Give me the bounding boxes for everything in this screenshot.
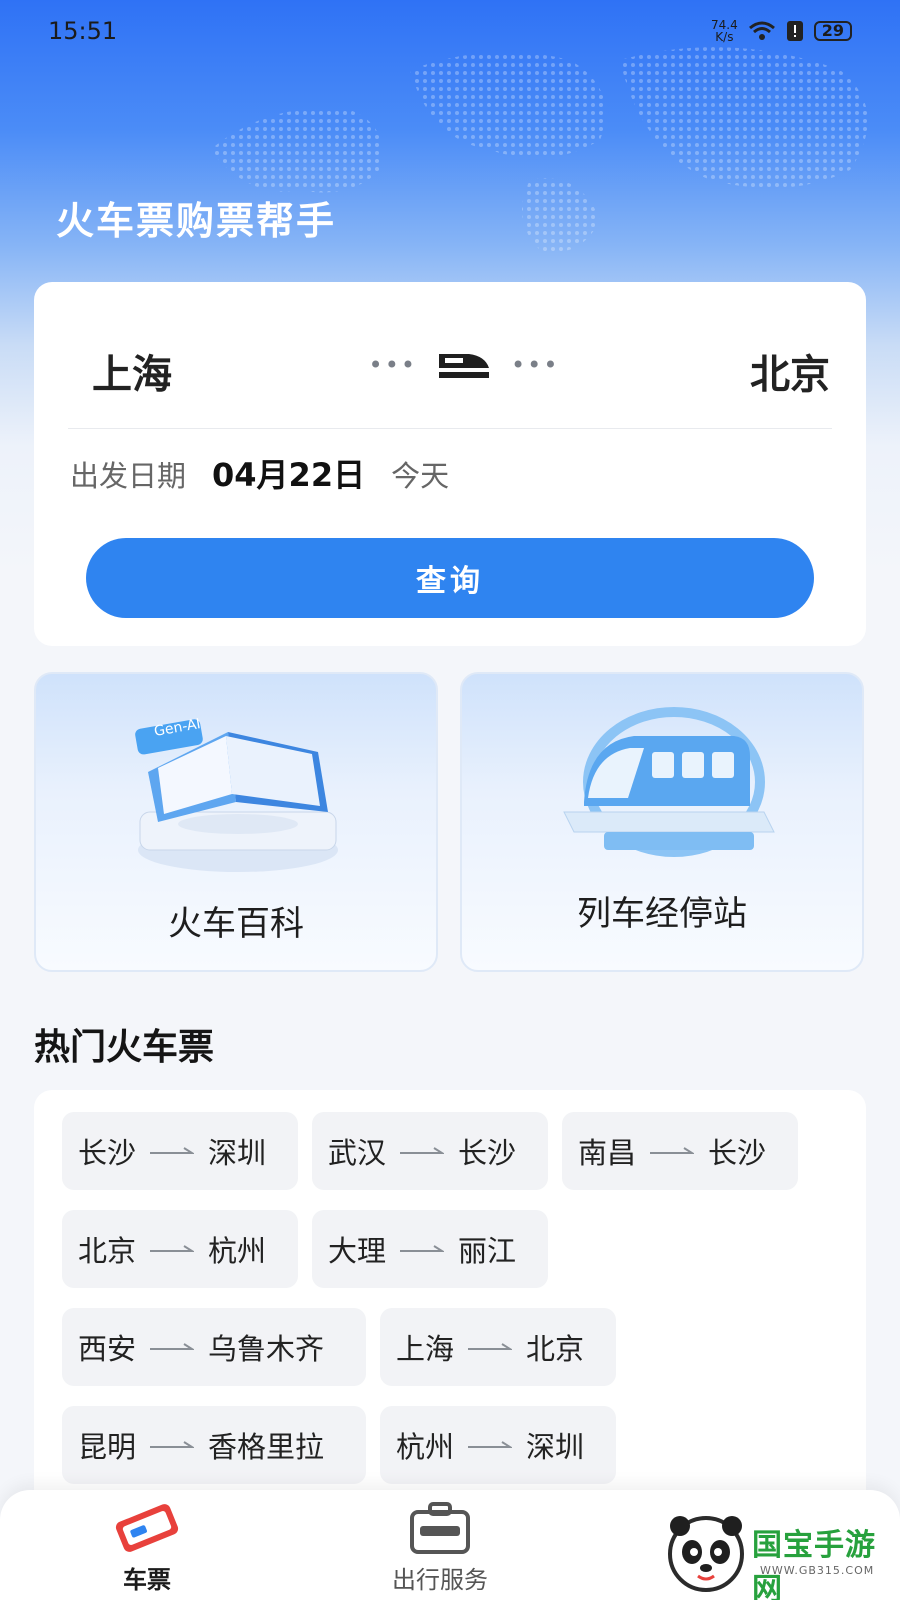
hot-tickets-title: 热门火车票 — [34, 1027, 215, 1068]
route-to: 丽江 — [458, 1234, 517, 1268]
route-from: 上海 — [396, 1332, 455, 1366]
route-from: 长沙 — [78, 1136, 137, 1170]
train-swap-icon — [439, 354, 489, 378]
route-from: 南昌 — [578, 1136, 637, 1170]
alert-icon — [786, 21, 803, 41]
to-station[interactable]: 北京 — [750, 342, 830, 400]
arrow-right-icon — [150, 1441, 195, 1448]
status-time: 15:51 — [48, 17, 118, 45]
route-from: 西安 — [78, 1332, 137, 1366]
arrow-right-icon — [650, 1147, 695, 1154]
route-to: 长沙 — [458, 1136, 517, 1170]
from-station[interactable]: 上海 — [92, 342, 172, 400]
arrow-right-icon — [468, 1441, 513, 1448]
briefcase-icon — [410, 1502, 470, 1554]
app-title: 火车票购票帮手 — [56, 199, 337, 243]
route-chip[interactable]: 上海 北京 — [380, 1308, 616, 1386]
ticket-icon — [115, 1504, 179, 1552]
tab-travel-services[interactable]: 出行服务 — [392, 1500, 488, 1595]
route-from: 武汉 — [328, 1136, 387, 1170]
route-from: 大理 — [328, 1234, 387, 1268]
route-chip[interactable]: 西安 乌鲁木齐 — [62, 1308, 366, 1386]
arrow-right-icon — [150, 1147, 195, 1154]
arrow-right-icon — [150, 1245, 195, 1252]
date-value: 04月22日 — [212, 456, 366, 494]
ticket-search-card: 上海 ••• ••• 北京 出发日期 04月22日 今天 查询 — [34, 282, 866, 646]
route-to: 长沙 — [708, 1136, 767, 1170]
route-chip[interactable]: 大理 丽江 — [312, 1210, 548, 1288]
arrow-right-icon — [400, 1245, 445, 1252]
watermark: 国宝手游网 WWW.GB315.COM — [660, 1500, 900, 1600]
watermark-text: 国宝手游网 — [752, 1528, 876, 1600]
status-icons: 74.4 K/s 29 — [711, 19, 852, 43]
date-label: 出发日期 — [70, 459, 187, 493]
hot-routes-card: 长沙 深圳 武汉 长沙 南昌 长沙 北京 杭州 大理 丽江 西安 乌鲁木齐 上海… — [34, 1090, 866, 1510]
net-speed-unit: K/s — [715, 30, 734, 44]
dots-left-icon: ••• — [368, 351, 417, 379]
route-chip[interactable]: 南昌 长沙 — [562, 1112, 798, 1190]
dots-right-icon: ••• — [511, 351, 560, 379]
route-to: 深圳 — [526, 1430, 585, 1464]
route-chip[interactable]: 昆明 香格里拉 — [62, 1406, 366, 1484]
route-chip[interactable]: 杭州 深圳 — [380, 1406, 616, 1484]
status-bar: 15:51 74.4 K/s 29 — [0, 0, 900, 62]
route-from: 北京 — [78, 1234, 137, 1268]
route-to: 香格里拉 — [208, 1430, 325, 1464]
route-chip[interactable]: 北京 杭州 — [62, 1210, 298, 1288]
tab-label-tickets: 车票 — [123, 1566, 171, 1594]
route-to: 杭州 — [208, 1234, 267, 1268]
card-divider — [68, 428, 832, 429]
wifi-icon — [748, 21, 775, 40]
train-encyclopedia-card[interactable]: Gen-AI 火车百科 — [34, 672, 438, 972]
train-icon — [563, 707, 775, 857]
route-to: 北京 — [526, 1332, 585, 1366]
arrow-right-icon — [150, 1343, 195, 1350]
departure-date-row[interactable]: 出发日期 04月22日 今天 — [70, 450, 449, 496]
arrow-right-icon — [400, 1147, 445, 1154]
tab-label-travel: 出行服务 — [392, 1566, 488, 1594]
panda-logo-icon — [668, 1516, 744, 1592]
arrow-right-icon — [468, 1343, 513, 1350]
route-to: 乌鲁木齐 — [208, 1332, 325, 1366]
route-from: 昆明 — [78, 1430, 137, 1464]
feature-label-encyclopedia: 火车百科 — [168, 904, 304, 944]
query-button[interactable]: 查询 — [86, 538, 814, 618]
date-relative: 今天 — [391, 459, 450, 493]
battery-icon: 29 — [813, 21, 852, 41]
net-speed: 74.4 K/s — [711, 19, 738, 43]
tab-tickets[interactable]: 车票 — [108, 1500, 186, 1595]
route-chip[interactable]: 长沙 深圳 — [62, 1112, 298, 1190]
watermark-url: WWW.GB315.COM — [760, 1564, 875, 1577]
feature-label-stops: 列车经停站 — [577, 894, 747, 934]
route-chip[interactable]: 武汉 长沙 — [312, 1112, 548, 1190]
swap-stations[interactable]: ••• ••• — [364, 340, 564, 390]
route-from: 杭州 — [396, 1430, 455, 1464]
route-to: 深圳 — [208, 1136, 267, 1170]
train-stops-card[interactable]: 列车经停站 — [460, 672, 864, 972]
